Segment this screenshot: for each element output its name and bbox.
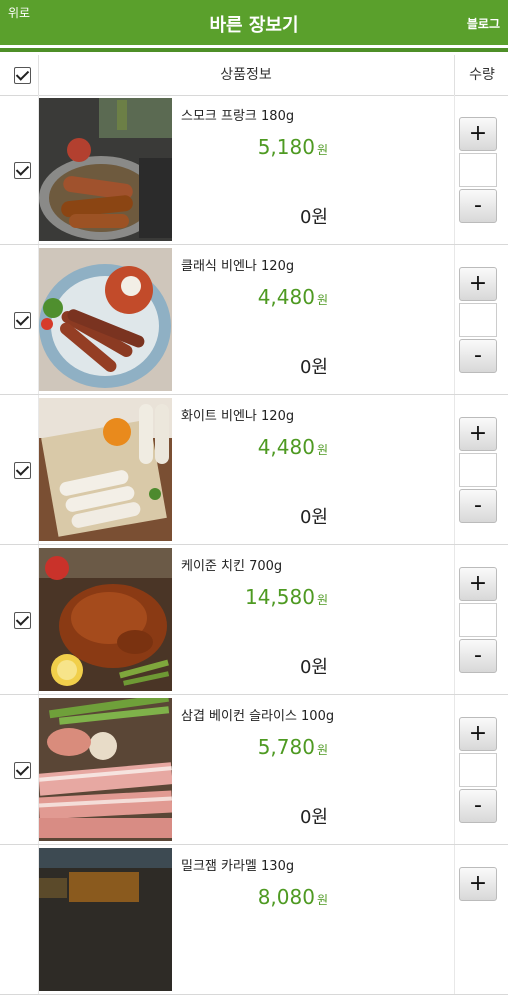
product-image[interactable] bbox=[39, 398, 172, 541]
decrease-quantity-button[interactable]: - bbox=[459, 789, 497, 823]
product-row: 화이트 비엔나 120g 4,480 원 0원 + - bbox=[0, 395, 508, 545]
item-checkbox[interactable] bbox=[14, 762, 31, 779]
product-row: 케이준 치킨 700g 14,580 원 0원 + - bbox=[0, 545, 508, 695]
product-name: 클래식 비엔나 120g bbox=[181, 259, 295, 274]
item-total: 0원 bbox=[299, 357, 328, 378]
currency-unit: 원 bbox=[316, 443, 328, 457]
product-name: 스모크 프랑크 180g bbox=[181, 109, 295, 124]
price-value: 4,480 bbox=[257, 285, 315, 309]
product-price: 8,080 원 bbox=[181, 885, 328, 909]
price-value: 4,480 bbox=[257, 435, 315, 459]
product-price: 4,480 원 bbox=[181, 285, 328, 309]
increase-quantity-button[interactable]: + bbox=[459, 267, 497, 301]
decrease-quantity-button[interactable]: - bbox=[459, 639, 497, 673]
item-checkbox[interactable] bbox=[14, 462, 31, 479]
product-image[interactable] bbox=[39, 848, 172, 991]
product-price: 4,480 원 bbox=[181, 435, 328, 459]
price-value: 5,780 bbox=[257, 735, 315, 759]
item-checkbox[interactable] bbox=[14, 612, 31, 629]
row-check-cell bbox=[0, 395, 39, 544]
product-price: 14,580 원 bbox=[181, 585, 328, 609]
row-check-cell bbox=[0, 545, 39, 694]
bacon-illustration bbox=[39, 698, 172, 841]
blog-link[interactable]: 블로그 bbox=[467, 15, 500, 32]
product-name: 케이준 치킨 700g bbox=[181, 559, 283, 574]
increase-quantity-button[interactable]: + bbox=[459, 717, 497, 751]
quantity-input[interactable] bbox=[459, 603, 497, 637]
table-header: 상품정보 수량 bbox=[0, 55, 508, 96]
product-price: 5,780 원 bbox=[181, 735, 328, 759]
decrease-quantity-button[interactable]: - bbox=[459, 189, 497, 223]
column-header-quantity: 수량 bbox=[454, 55, 508, 95]
product-image[interactable] bbox=[39, 248, 172, 391]
increase-quantity-button[interactable]: + bbox=[459, 567, 497, 601]
sausages-on-plate-illustration bbox=[39, 248, 172, 391]
select-all-checkbox[interactable] bbox=[14, 67, 31, 84]
currency-unit: 원 bbox=[316, 593, 328, 607]
column-header-product-info: 상품정보 bbox=[220, 67, 272, 83]
product-row: 스모크 프랑크 180g 5,180 원 0원 + - bbox=[0, 95, 508, 245]
product-name: 밀크잼 카라멜 130g bbox=[181, 859, 295, 874]
roast-chicken-illustration bbox=[39, 548, 172, 691]
quantity-input[interactable] bbox=[459, 753, 497, 787]
item-total: 0원 bbox=[299, 207, 328, 228]
quantity-stepper: + - bbox=[454, 95, 508, 244]
select-all-cell bbox=[0, 55, 39, 95]
app-header: 위로 바른 장보기 블로그 bbox=[0, 0, 508, 45]
row-check-cell bbox=[0, 695, 39, 844]
caramel-jar-illustration bbox=[39, 848, 172, 991]
currency-unit: 원 bbox=[316, 293, 328, 307]
product-name: 화이트 비엔나 120g bbox=[181, 409, 295, 424]
increase-quantity-button[interactable]: + bbox=[459, 867, 497, 901]
item-total: 0원 bbox=[299, 507, 328, 528]
row-check-cell bbox=[0, 95, 39, 244]
item-total: 0원 bbox=[299, 807, 328, 828]
increase-quantity-button[interactable]: + bbox=[459, 117, 497, 151]
sausages-in-pan-illustration bbox=[39, 98, 172, 241]
price-value: 5,180 bbox=[257, 135, 315, 159]
decrease-quantity-button[interactable]: - bbox=[459, 489, 497, 523]
quantity-stepper: + - bbox=[454, 395, 508, 544]
product-row: 밀크잼 카라멜 130g 8,080 원 + bbox=[0, 845, 508, 995]
currency-unit: 원 bbox=[316, 743, 328, 757]
row-check-cell bbox=[0, 245, 39, 394]
quantity-stepper: + - bbox=[454, 245, 508, 394]
header-divider-green bbox=[0, 48, 508, 52]
quantity-stepper: + - bbox=[454, 695, 508, 844]
row-check-cell bbox=[0, 845, 39, 994]
increase-quantity-button[interactable]: + bbox=[459, 417, 497, 451]
currency-unit: 원 bbox=[316, 893, 328, 907]
item-checkbox[interactable] bbox=[14, 312, 31, 329]
product-name: 삼겹 베이컨 슬라이스 100g bbox=[181, 709, 335, 724]
product-row: 삼겹 베이컨 슬라이스 100g 5,780 원 0원 + - bbox=[0, 695, 508, 845]
decrease-quantity-button[interactable]: - bbox=[459, 339, 497, 373]
quantity-input[interactable] bbox=[459, 453, 497, 487]
product-row: 클래식 비엔나 120g 4,480 원 0원 + - bbox=[0, 245, 508, 395]
price-value: 14,580 bbox=[244, 585, 315, 609]
quantity-stepper: + - bbox=[454, 545, 508, 694]
quantity-stepper: + bbox=[454, 845, 508, 994]
product-price: 5,180 원 bbox=[181, 135, 328, 159]
quantity-input[interactable] bbox=[459, 303, 497, 337]
item-total: 0원 bbox=[299, 657, 328, 678]
page-title: 바른 장보기 bbox=[209, 15, 299, 36]
product-image[interactable] bbox=[39, 98, 172, 241]
price-value: 8,080 bbox=[257, 885, 315, 909]
product-image[interactable] bbox=[39, 698, 172, 841]
currency-unit: 원 bbox=[316, 143, 328, 157]
white-sausages-illustration bbox=[39, 398, 172, 541]
product-image[interactable] bbox=[39, 548, 172, 691]
quantity-input[interactable] bbox=[459, 153, 497, 187]
item-checkbox[interactable] bbox=[14, 162, 31, 179]
